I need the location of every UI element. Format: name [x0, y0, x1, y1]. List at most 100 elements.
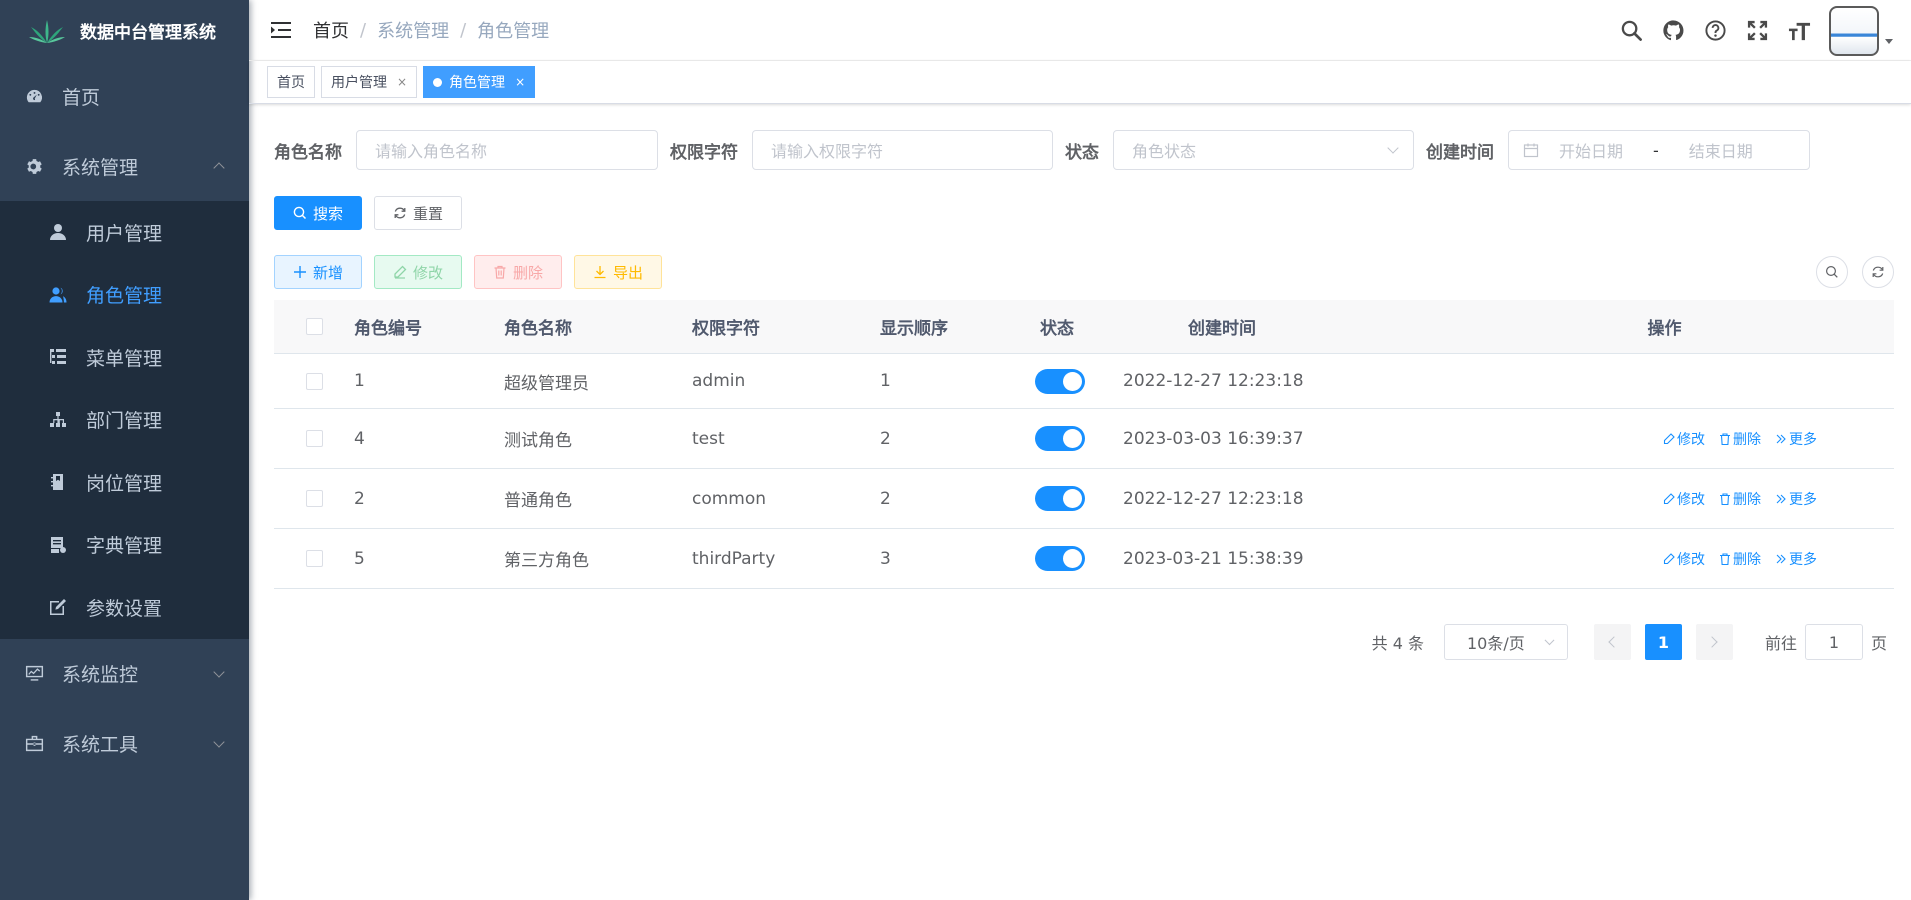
- row-delete-link[interactable]: 删除: [1719, 429, 1761, 449]
- status-switch[interactable]: [1035, 368, 1085, 394]
- sidebar-item-home[interactable]: 首页: [0, 61, 249, 131]
- status-switch[interactable]: [1035, 486, 1085, 511]
- reset-button[interactable]: 重置: [374, 196, 463, 230]
- status-switch[interactable]: [1035, 546, 1085, 571]
- edit-icon: [394, 265, 407, 279]
- edit-icon: [1663, 552, 1675, 564]
- column-header: 权限字符: [692, 319, 760, 339]
- sidebar-item-monitor[interactable]: 系统监控: [0, 639, 249, 709]
- status-placeholder: 角色状态: [1132, 142, 1197, 161]
- close-icon[interactable]: ×: [397, 75, 407, 89]
- toggle-search-button[interactable]: [1816, 256, 1848, 288]
- sidebar-item-tool[interactable]: 系统工具: [0, 709, 249, 779]
- range-separator: -: [1653, 140, 1659, 160]
- github-icon[interactable]: [1661, 19, 1685, 43]
- page-size-value: 10条/页: [1466, 634, 1525, 653]
- hamburger-icon[interactable]: [270, 19, 292, 41]
- header-checkbox-cell: [274, 318, 354, 335]
- search-icon: [1825, 265, 1838, 278]
- sidebar-item-dept[interactable]: 部门管理: [0, 389, 249, 452]
- peoples-icon: [48, 285, 68, 305]
- cell-sort-order: 2: [880, 428, 891, 449]
- export-button[interactable]: 导出: [574, 255, 663, 289]
- font-size-icon[interactable]: [1787, 19, 1811, 43]
- tool-icon: [24, 734, 44, 754]
- cell-role-key: thirdParty: [692, 548, 776, 569]
- sidebar-item-role[interactable]: 角色管理: [0, 264, 249, 327]
- search-icon[interactable]: [1619, 19, 1643, 43]
- close-icon[interactable]: ×: [515, 75, 525, 89]
- edit-icon: [48, 597, 68, 617]
- cell-role-key: common: [692, 488, 767, 509]
- row-checkbox[interactable]: [305, 550, 323, 567]
- page-size-select[interactable]: 10条/页: [1443, 624, 1568, 660]
- page-number-current[interactable]: 1: [1644, 624, 1682, 660]
- sidebar-item-dict[interactable]: 字典管理: [0, 514, 249, 577]
- row-more-link[interactable]: 更多: [1775, 489, 1817, 509]
- edit-button-label: 修改: [413, 263, 444, 282]
- next-page-button[interactable]: [1695, 624, 1733, 660]
- table-row: 5 第三方角色 thirdParty 3 2023-03-21 15:38:39…: [274, 529, 1894, 589]
- breadcrumb-item-home[interactable]: 首页: [313, 17, 349, 43]
- row-more-label: 更多: [1789, 551, 1817, 568]
- row-delete-link[interactable]: 删除: [1719, 549, 1761, 569]
- tag-home[interactable]: 首页: [267, 66, 315, 98]
- delete-button[interactable]: 删除: [474, 255, 563, 289]
- table-row: 1 超级管理员 admin 1 2022-12-27 12:23:18: [274, 354, 1894, 409]
- trash-icon: [1720, 492, 1730, 505]
- status-label: 状态: [1065, 142, 1099, 163]
- row-delete-link[interactable]: 删除: [1719, 489, 1761, 509]
- cell-created-time: 2022-12-27 12:23:18: [1123, 488, 1304, 509]
- logo-icon: [29, 19, 65, 43]
- role-key-input[interactable]: 请输入权限字符: [752, 130, 1053, 170]
- add-button[interactable]: 新增: [274, 255, 363, 289]
- status-select[interactable]: 角色状态: [1113, 130, 1414, 170]
- cell-actions: 修改 删除 更多: [1423, 489, 1894, 509]
- refresh-button[interactable]: [1862, 256, 1894, 288]
- row-checkbox[interactable]: [305, 430, 323, 447]
- tag-role[interactable]: 角色管理 ×: [423, 66, 536, 98]
- sidebar-item-menu[interactable]: 菜单管理: [0, 326, 249, 389]
- avatar[interactable]: [1829, 5, 1879, 56]
- question-icon[interactable]: [1703, 19, 1727, 43]
- sidebar-item-label: 参数设置: [86, 597, 163, 620]
- goto-prefix: 前往: [1764, 634, 1797, 653]
- cell-role-id: 5: [354, 548, 365, 569]
- status-switch[interactable]: [1035, 426, 1085, 451]
- edit-button[interactable]: 修改: [374, 255, 463, 289]
- select-all-checkbox[interactable]: [305, 318, 323, 335]
- row-edit-link[interactable]: 修改: [1663, 429, 1705, 449]
- sidebar-item-config[interactable]: 参数设置: [0, 576, 249, 639]
- role-name-input[interactable]: 请输入角色名称: [356, 130, 658, 170]
- fullscreen-icon[interactable]: [1745, 19, 1769, 43]
- search-buttons: 搜索 重置: [274, 196, 474, 230]
- logo[interactable]: 数据中台管理系统: [0, 0, 249, 61]
- breadcrumb-item-role: 角色管理: [477, 21, 550, 42]
- row-edit-link[interactable]: 修改: [1663, 489, 1705, 509]
- column-header: 角色名称: [504, 319, 572, 339]
- row-edit-link[interactable]: 修改: [1663, 549, 1705, 569]
- row-checkbox[interactable]: [305, 372, 323, 390]
- tag-user[interactable]: 用户管理 ×: [321, 66, 418, 98]
- role-table: 角色编号 角色名称 权限字符 显示顺序 状态 创建时间 操作 1 超级管理员 a…: [274, 300, 1894, 589]
- role-name-placeholder: 请输入角色名称: [375, 142, 488, 161]
- sidebar-item-label: 角色管理: [86, 285, 163, 308]
- submenu-system: 用户管理 角色管理 菜单管理 部门管理 岗位管理 字典管理 参数设置: [0, 201, 249, 639]
- edit-icon: [1663, 432, 1675, 444]
- sidebar-item-post[interactable]: 岗位管理: [0, 451, 249, 514]
- prev-page-button[interactable]: [1593, 624, 1631, 660]
- date-range-picker[interactable]: 开始日期 - 结束日期: [1508, 130, 1810, 170]
- row-more-link[interactable]: 更多: [1775, 429, 1817, 449]
- row-more-link[interactable]: 更多: [1775, 549, 1817, 569]
- cell-status: [1035, 368, 1135, 394]
- row-checkbox[interactable]: [305, 490, 323, 507]
- sidebar-item-system[interactable]: 系统管理: [0, 131, 249, 201]
- search-button[interactable]: 搜索: [274, 196, 363, 230]
- sidebar-item-label: 部门管理: [86, 410, 163, 433]
- column-header: 状态: [1040, 319, 1074, 339]
- goto-page-input[interactable]: 1: [1804, 624, 1863, 660]
- tag-label: 用户管理: [331, 75, 387, 91]
- sidebar-item-user[interactable]: 用户管理: [0, 201, 249, 264]
- caret-down-icon[interactable]: [1885, 39, 1893, 44]
- sidebar-item-label: 用户管理: [86, 222, 163, 245]
